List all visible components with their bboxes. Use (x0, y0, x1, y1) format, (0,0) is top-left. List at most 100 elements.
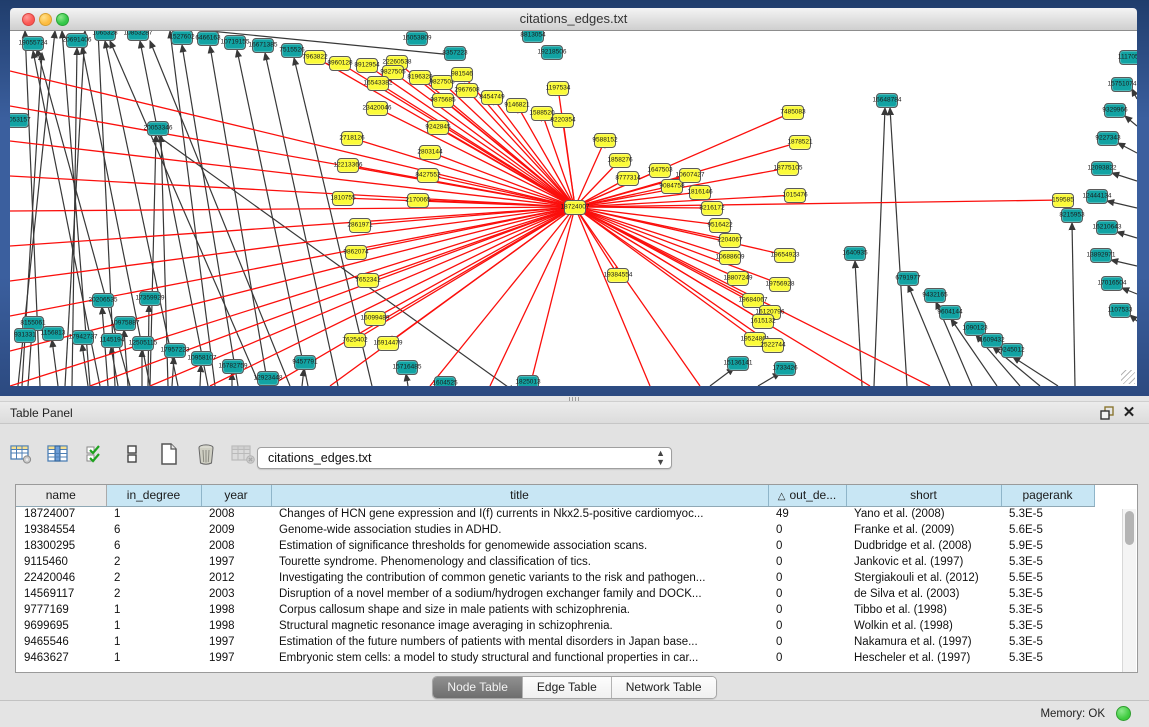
scrollbar-thumb[interactable] (1125, 511, 1134, 545)
graph-node[interactable]: 1117053 (1119, 50, 1137, 65)
graph-node[interactable]: 8215953 (1061, 208, 1083, 223)
graph-node[interactable]: 159585 (1052, 193, 1074, 208)
graph-node[interactable]: 1615132 (752, 314, 774, 329)
graph-node[interactable]: 18775105 (777, 161, 799, 176)
table-row[interactable]: 1456911722003Disruption of a novel membe… (16, 586, 1094, 602)
graph-node[interactable]: 20053346 (147, 121, 169, 136)
graph-node[interactable]: 7485083 (782, 105, 804, 120)
graph-node[interactable]: 931331 (14, 328, 36, 343)
graph-node[interactable]: 10853287 (127, 31, 149, 41)
graph-node[interactable]: 6466163 (197, 31, 219, 46)
graph-node[interactable]: 19055724 (22, 36, 44, 51)
graph-node[interactable]: 9432165 (924, 288, 946, 303)
graph-node[interactable]: 2522744 (762, 338, 784, 353)
graph-node[interactable]: 1733426 (774, 361, 796, 376)
graph-node[interactable]: 23420046 (366, 101, 388, 116)
graph-node[interactable]: 16782759 (222, 359, 244, 374)
graph-node[interactable]: 1604525 (434, 376, 456, 387)
graph-node[interactable]: 19218506 (541, 45, 563, 60)
graph-node[interactable]: 16543382 (367, 76, 389, 91)
graph-node[interactable]: 10688609 (719, 250, 741, 265)
graph-node[interactable]: 16914479 (377, 336, 399, 351)
graph-node[interactable]: 9827508 (431, 75, 453, 90)
column-select-icon[interactable] (45, 441, 71, 467)
graph-node[interactable]: 1647503 (649, 163, 671, 178)
graph-node[interactable]: 1816146 (689, 185, 711, 200)
column-header-year[interactable]: year (201, 485, 271, 506)
graph-node[interactable]: 17359929 (139, 291, 161, 306)
graph-node[interactable]: 1015476 (784, 188, 806, 203)
graph-node[interactable]: 9146821 (506, 98, 528, 113)
graph-node[interactable]: 8454749 (481, 90, 503, 105)
graph-node[interactable]: 9242845 (427, 120, 449, 135)
graph-node[interactable]: 1858276 (609, 153, 631, 168)
graph-node[interactable]: 13892971 (1090, 248, 1112, 263)
graph-node[interactable]: 2861971 (349, 218, 371, 233)
graph-node[interactable]: 1107533 (1109, 303, 1131, 318)
graph-node[interactable]: 16671385 (252, 38, 274, 53)
graph-node[interactable]: 10719155 (224, 35, 246, 50)
row-check-icon[interactable] (82, 441, 108, 467)
graph-node[interactable]: 1065328 (94, 31, 116, 41)
graph-node[interactable]: 1156813 (42, 326, 64, 341)
graph-node[interactable]: 19756928 (769, 277, 791, 292)
graph-node[interactable]: 18807249 (727, 271, 749, 286)
window-titlebar[interactable]: citations_edges.txt (10, 8, 1137, 31)
table-row[interactable]: 1830029562008Estimation of significance … (16, 538, 1094, 554)
graph-node[interactable]: 7625402 (344, 333, 366, 348)
graph-node[interactable]: 1145194 (101, 333, 123, 348)
graph-node[interactable]: 8220354 (552, 113, 574, 128)
graph-node[interactable]: 1609432 (981, 333, 1003, 348)
graph-node[interactable]: 17957223 (164, 343, 186, 358)
table-row[interactable]: 1938455462009Genome-wide association stu… (16, 522, 1094, 538)
graph-node[interactable]: 16099489 (364, 311, 386, 326)
graph-node[interactable]: 9604144 (939, 305, 961, 320)
table-row[interactable]: 911546021997Tourette syndrome. Phenomeno… (16, 554, 1094, 570)
new-document-icon[interactable] (156, 441, 182, 467)
graph-node[interactable]: 15716485 (396, 360, 418, 375)
graph-node[interactable]: 981546 (451, 67, 473, 82)
graph-node[interactable]: 1825013 (517, 375, 539, 387)
table-row[interactable]: 1872400712008Changes of HCN gene express… (16, 506, 1094, 522)
graph-node[interactable]: 8813054 (522, 31, 544, 43)
graph-node[interactable]: 1197534 (547, 81, 569, 96)
table-row[interactable]: 946362711997Embryonic stem cells: a mode… (16, 650, 1094, 666)
column-header-short[interactable]: short (846, 485, 1001, 506)
graph-node[interactable]: 2803144 (419, 145, 441, 160)
close-panel-icon[interactable]: ✕ (1121, 405, 1137, 421)
graph-hub-node[interactable]: 18724007 (564, 200, 586, 215)
graph-node[interactable]: 10958107 (191, 351, 213, 366)
graph-node[interactable]: 9457791 (294, 355, 316, 370)
graph-node[interactable]: 8216172 (701, 201, 723, 216)
graph-node[interactable]: 12213366 (337, 158, 359, 173)
table-settings-icon[interactable] (8, 441, 34, 467)
graph-node[interactable]: 1810755 (332, 191, 354, 206)
graph-node[interactable]: 1878521 (789, 135, 811, 150)
graph-node[interactable]: 9245012 (1001, 343, 1023, 358)
column-header-out_de[interactable]: △out_de... (768, 485, 846, 506)
graph-node[interactable]: 9588152 (594, 133, 616, 148)
graph-node[interactable]: 2967608 (456, 83, 478, 98)
graph-node[interactable]: 2053157 (10, 113, 29, 128)
delete-icon[interactable] (193, 441, 219, 467)
graph-node[interactable]: 2204067 (719, 233, 741, 248)
column-header-name[interactable]: name (16, 485, 106, 506)
table-row[interactable]: 2242004622012Investigating the contribut… (16, 570, 1094, 586)
graph-node[interactable]: 12923448 (257, 371, 279, 386)
graph-node[interactable]: 12093822 (1091, 161, 1113, 176)
resize-grip[interactable] (1121, 370, 1135, 384)
graph-node[interactable]: 16210643 (1096, 220, 1118, 235)
column-header-pagerank[interactable]: pagerank (1001, 485, 1094, 506)
graph-node[interactable]: 16648784 (876, 93, 898, 108)
graph-node[interactable]: 9862074 (345, 245, 367, 260)
graph-node[interactable]: 9516422 (709, 218, 731, 233)
graph-node[interactable]: 19384554 (607, 268, 629, 283)
graph-node[interactable]: 19654923 (774, 248, 796, 263)
graph-node[interactable]: 10607427 (679, 168, 701, 183)
table-select-dropdown[interactable]: citations_edges.txt ▲▼ (257, 447, 672, 469)
graph-node[interactable]: 8196328 (409, 70, 431, 85)
tab-edge-table[interactable]: Edge Table (523, 677, 612, 698)
graph-node[interactable]: 8357223 (444, 46, 466, 61)
graph-node[interactable]: 1640935 (844, 246, 866, 261)
graph-node[interactable]: 8912954 (356, 58, 378, 73)
